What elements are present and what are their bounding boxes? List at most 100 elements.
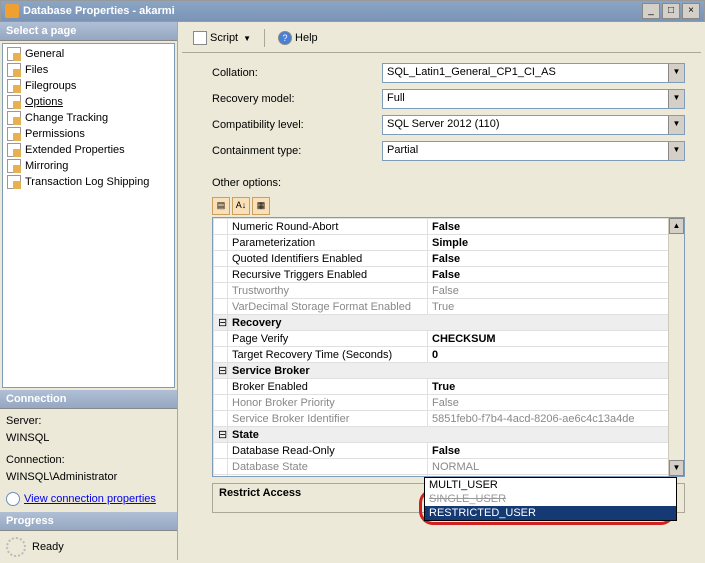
server-value: WINSQL xyxy=(6,430,171,447)
property-name[interactable]: Page Verify xyxy=(228,331,428,347)
property-value[interactable]: True xyxy=(428,299,684,315)
script-label: Script xyxy=(210,32,238,44)
connection-value: WINSQL\Administrator xyxy=(6,469,171,486)
left-panel: Select a page General Files Filegroups O… xyxy=(0,22,178,560)
property-name[interactable]: Quoted Identifiers Enabled xyxy=(228,251,428,267)
page-transaction-log-shipping[interactable]: Transaction Log Shipping xyxy=(3,174,174,190)
page-label: Mirroring xyxy=(25,160,68,172)
row-marker xyxy=(214,395,228,411)
category-header: State xyxy=(228,427,684,443)
property-name[interactable]: Honor Broker Priority xyxy=(228,395,428,411)
toolbar-separator xyxy=(264,29,265,47)
option-single-user[interactable]: SINGLE_USER xyxy=(425,492,676,506)
property-value[interactable]: Simple xyxy=(428,235,684,251)
categorized-button[interactable]: ▤ xyxy=(212,197,230,215)
property-value[interactable]: 0 xyxy=(428,347,684,363)
compat-level-select[interactable]: SQL Server 2012 (110) ▼ xyxy=(382,115,685,135)
chevron-down-icon: ▼ xyxy=(668,116,684,134)
sort-button[interactable]: A↓ xyxy=(232,197,250,215)
view-connection-properties-link[interactable]: View connection properties xyxy=(24,491,156,508)
page-icon xyxy=(7,159,21,173)
toolbar: Script ▼ ? Help xyxy=(182,24,701,53)
progress-text: Ready xyxy=(32,541,64,553)
connection-properties-icon xyxy=(6,492,20,506)
maximize-button[interactable]: □ xyxy=(662,3,680,19)
help-button[interactable]: ? Help xyxy=(273,28,323,48)
property-name[interactable]: Service Broker Identifier xyxy=(228,411,428,427)
property-name[interactable]: Database Read-Only xyxy=(228,443,428,459)
category-header: Recovery xyxy=(228,315,684,331)
help-label: Help xyxy=(295,32,318,44)
page-general[interactable]: General xyxy=(3,46,174,62)
property-value[interactable]: False xyxy=(428,219,684,235)
page-icon xyxy=(7,47,21,61)
close-button[interactable]: × xyxy=(682,3,700,19)
scroll-down-button[interactable]: ▼ xyxy=(669,460,684,476)
row-marker xyxy=(214,299,228,315)
row-marker xyxy=(214,235,228,251)
property-name[interactable]: Parameterization xyxy=(228,235,428,251)
row-marker xyxy=(214,251,228,267)
option-multi-user[interactable]: MULTI_USER xyxy=(425,478,676,492)
property-grid: Numeric Round-AbortFalseParameterization… xyxy=(212,217,685,477)
row-marker xyxy=(214,379,228,395)
spinner-icon xyxy=(6,537,26,557)
containment-type-value: Partial xyxy=(383,142,668,160)
properties-button[interactable]: ▦ xyxy=(252,197,270,215)
window-buttons: _ □ × xyxy=(642,3,700,19)
page-label: Transaction Log Shipping xyxy=(25,176,149,188)
select-page-header: Select a page xyxy=(0,22,177,41)
property-name[interactable]: Target Recovery Time (Seconds) xyxy=(228,347,428,363)
page-permissions[interactable]: Permissions xyxy=(3,126,174,142)
collapse-icon[interactable]: ⊟ xyxy=(214,427,228,443)
progress-status: Ready xyxy=(0,531,177,563)
chevron-down-icon: ▼ xyxy=(668,90,684,108)
other-options-label: Other options: xyxy=(182,173,701,195)
page-files[interactable]: Files xyxy=(3,62,174,78)
collapse-icon[interactable]: ⊟ xyxy=(214,363,228,379)
form-area: Collation: SQL_Latin1_General_CP1_CI_AS … xyxy=(182,53,701,173)
property-name[interactable]: Numeric Round-Abort xyxy=(228,219,428,235)
recovery-model-value: Full xyxy=(383,90,668,108)
property-name[interactable]: VarDecimal Storage Format Enabled xyxy=(228,299,428,315)
collation-select[interactable]: SQL_Latin1_General_CP1_CI_AS ▼ xyxy=(382,63,685,83)
connection-info: Server: WINSQL Connection: WINSQL\Admini… xyxy=(0,409,177,512)
page-list: General Files Filegroups Options Change … xyxy=(2,43,175,388)
property-name[interactable]: Recursive Triggers Enabled xyxy=(228,267,428,283)
option-restricted-user[interactable]: RESTRICTED_USER xyxy=(425,506,676,520)
title-bar: Database Properties - akarmi _ □ × xyxy=(0,0,705,22)
window-title: Database Properties - akarmi xyxy=(23,5,642,17)
collapse-icon[interactable]: ⊟ xyxy=(214,315,228,331)
page-extended-properties[interactable]: Extended Properties xyxy=(3,142,174,158)
collation-label: Collation: xyxy=(212,67,382,79)
chevron-down-icon: ▼ xyxy=(243,34,251,43)
page-options[interactable]: Options xyxy=(3,94,174,110)
row-marker xyxy=(214,283,228,299)
property-value[interactable]: False xyxy=(428,251,684,267)
property-value[interactable]: False xyxy=(428,395,684,411)
property-name[interactable]: Trustworthy xyxy=(228,283,428,299)
containment-type-select[interactable]: Partial ▼ xyxy=(382,141,685,161)
property-value[interactable]: CHECKSUM xyxy=(428,331,684,347)
row-marker xyxy=(214,267,228,283)
scrollbar[interactable]: ▲ ▼ xyxy=(668,218,684,476)
property-name[interactable]: Encryption Enabled xyxy=(228,475,428,478)
property-name[interactable]: Broker Enabled xyxy=(228,379,428,395)
property-name[interactable]: Database State xyxy=(228,459,428,475)
property-value[interactable]: 5851feb0-f7b4-4acd-8206-ae6c4c13a4de xyxy=(428,411,684,427)
script-button[interactable]: Script ▼ xyxy=(188,28,256,48)
property-value[interactable]: False xyxy=(428,283,684,299)
scroll-up-button[interactable]: ▲ xyxy=(669,218,684,234)
recovery-model-select[interactable]: Full ▼ xyxy=(382,89,685,109)
page-mirroring[interactable]: Mirroring xyxy=(3,158,174,174)
minimize-button[interactable]: _ xyxy=(642,3,660,19)
row-marker xyxy=(214,347,228,363)
property-value[interactable]: True xyxy=(428,379,684,395)
property-value[interactable]: False xyxy=(428,443,684,459)
page-icon xyxy=(7,175,21,189)
property-value[interactable]: False xyxy=(428,267,684,283)
page-change-tracking[interactable]: Change Tracking xyxy=(3,110,174,126)
page-filegroups[interactable]: Filegroups xyxy=(3,78,174,94)
recovery-model-label: Recovery model: xyxy=(212,93,382,105)
property-value[interactable]: NORMAL xyxy=(428,459,684,475)
